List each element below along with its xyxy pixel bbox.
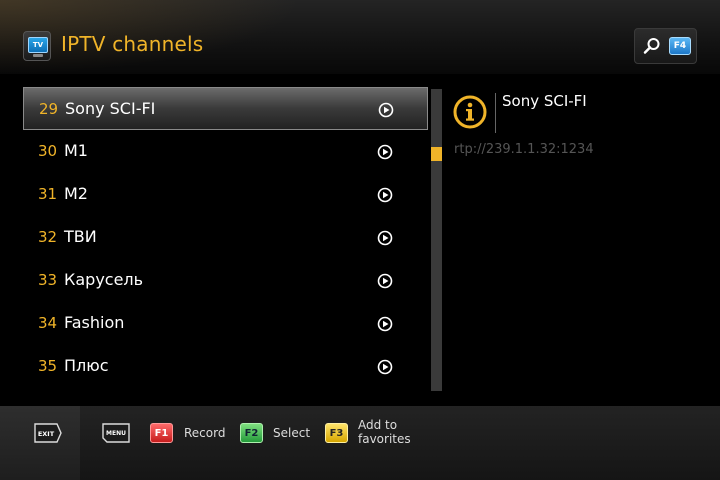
channel-number: 35 <box>38 357 58 375</box>
channel-row[interactable]: 31 M2 <box>23 173 428 216</box>
menu-key-icon[interactable]: MENU <box>101 422 131 444</box>
channel-number: 29 <box>39 100 59 118</box>
tv-icon-stand <box>33 54 43 57</box>
exit-key-label: EXIT <box>38 430 55 438</box>
f3-key[interactable]: F3 <box>325 423 348 443</box>
play-icon <box>377 230 393 246</box>
footer-bar: EXIT MENU F1 Record F2 Select F3 Add to … <box>0 406 720 480</box>
play-icon <box>377 187 393 203</box>
info-channel-url: rtp://239.1.1.32:1234 <box>454 142 594 157</box>
header-bar: TV IPTV channels F4 <box>0 0 720 74</box>
f2-key[interactable]: F2 <box>240 423 263 443</box>
add-to-favorites-label: Add to favorites <box>358 418 411 446</box>
channel-name: Плюс <box>64 356 109 375</box>
select-label: Select <box>273 426 311 440</box>
search-icon <box>643 38 660 54</box>
info-icon <box>453 95 487 129</box>
search-button[interactable]: F4 <box>634 28 697 64</box>
channel-number: 30 <box>38 142 58 160</box>
channel-row[interactable]: 34 Fashion <box>23 302 428 345</box>
record-label: Record <box>184 426 226 440</box>
play-icon <box>377 273 393 289</box>
channel-number: 34 <box>38 314 58 332</box>
channel-name: M1 <box>64 141 88 160</box>
scrollbar-track[interactable] <box>431 89 442 391</box>
channel-name: M2 <box>64 184 88 203</box>
play-icon <box>377 359 393 375</box>
f1-key[interactable]: F1 <box>150 423 173 443</box>
tv-icon-screen: TV <box>28 37 48 53</box>
tv-icon: TV <box>23 31 51 61</box>
info-channel-name: Sony SCI-FI <box>502 92 587 110</box>
channel-row[interactable]: 29 Sony SCI-FI <box>23 87 428 130</box>
exit-key-icon[interactable]: EXIT <box>33 422 63 444</box>
channel-name: ТВИ <box>64 227 97 246</box>
scrollbar-thumb[interactable] <box>431 147 442 161</box>
menu-key-label: MENU <box>106 430 126 437</box>
channel-name: Sony SCI-FI <box>65 99 156 118</box>
f4-key-badge: F4 <box>669 37 691 55</box>
play-icon <box>377 316 393 332</box>
channel-name: Fashion <box>64 313 125 332</box>
channel-row[interactable]: 33 Карусель <box>23 259 428 302</box>
channel-list: 29 Sony SCI-FI 30 M1 31 M2 32 ТВИ 33 Кар… <box>23 87 428 392</box>
channel-row[interactable]: 35 Плюс <box>23 345 428 388</box>
channel-row[interactable]: 30 M1 <box>23 130 428 173</box>
channel-number: 33 <box>38 271 58 289</box>
page-title: IPTV channels <box>61 32 204 56</box>
channel-row[interactable]: 32 ТВИ <box>23 216 428 259</box>
info-divider <box>495 93 496 133</box>
play-icon <box>377 144 393 160</box>
channel-number: 31 <box>38 185 58 203</box>
channel-number: 32 <box>38 228 58 246</box>
channel-name: Карусель <box>64 270 144 289</box>
play-icon <box>378 102 394 118</box>
